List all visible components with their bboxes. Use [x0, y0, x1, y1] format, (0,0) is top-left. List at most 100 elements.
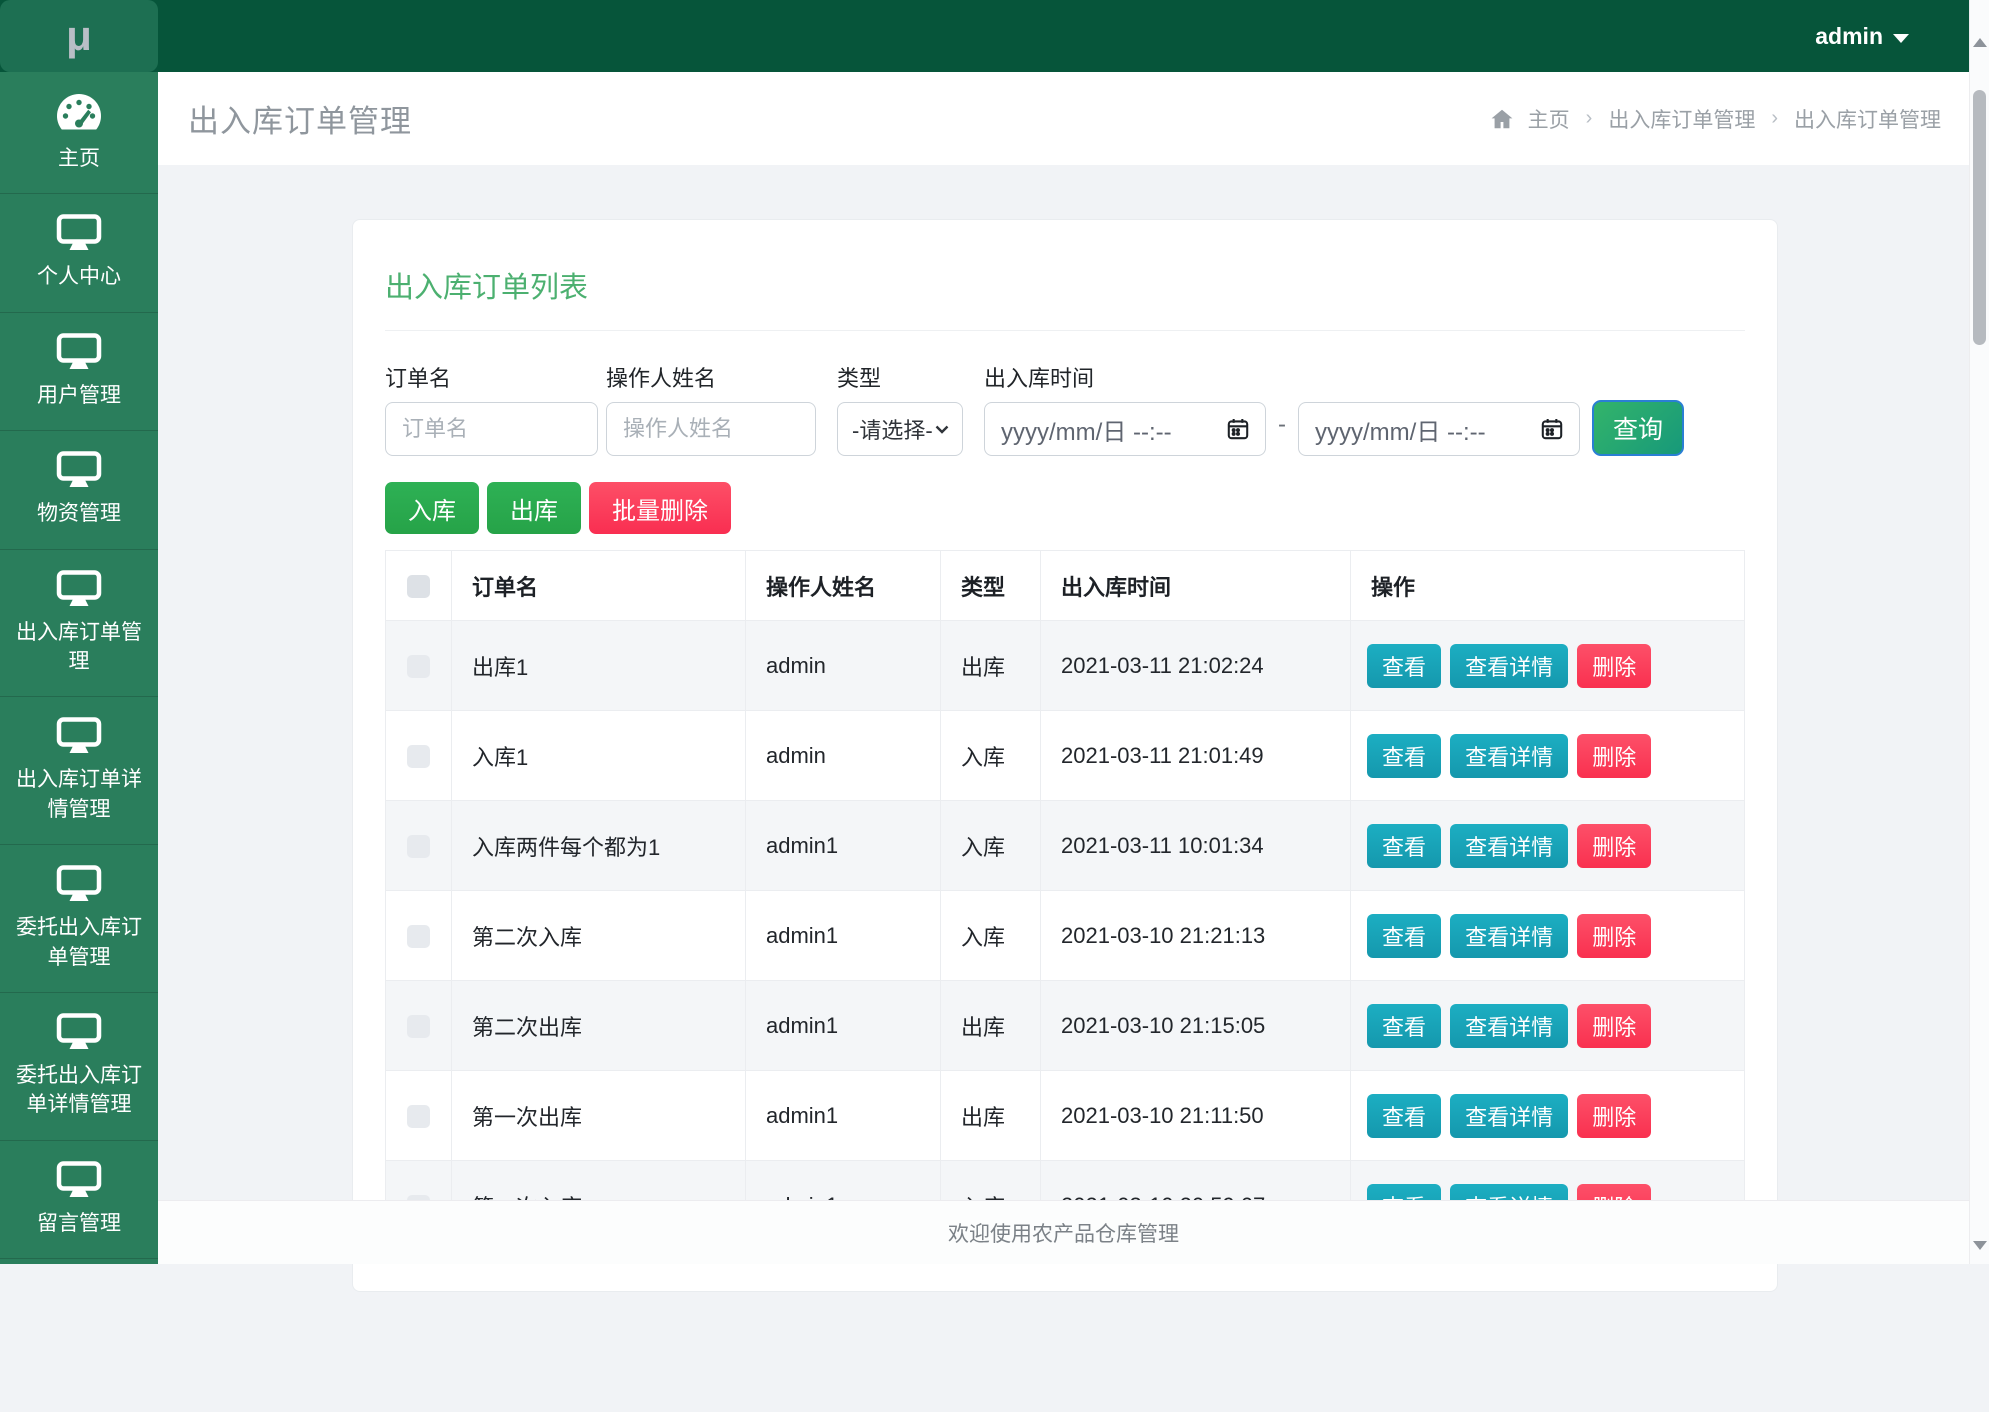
card-title: 出入库订单列表: [385, 264, 1745, 306]
view-detail-button[interactable]: 查看详情: [1450, 644, 1568, 688]
sidebar-item-entrust-orders[interactable]: 委托出入库订单管理: [0, 845, 158, 993]
sidebar: 主页 个人中心 用户管理 物资管理 出入库订单管理 出入库订单详情管理 委托: [0, 72, 158, 1264]
scroll-up-arrow-icon[interactable]: [1973, 38, 1987, 47]
select-all-checkbox[interactable]: [407, 575, 430, 598]
outbound-button[interactable]: 出库: [487, 482, 581, 534]
type-cell: 入库: [941, 891, 1041, 981]
sidebar-item-label: 物资管理: [37, 499, 121, 528]
type-label: 类型: [837, 361, 984, 393]
view-button[interactable]: 查看: [1367, 824, 1441, 868]
time-cell: 2021-03-11 21:01:49: [1041, 711, 1351, 801]
sidebar-item-partial[interactable]: [0, 1259, 158, 1264]
breadcrumb-current: 出入库订单管理: [1794, 104, 1941, 134]
breadcrumb-home[interactable]: 主页: [1528, 104, 1570, 134]
delete-button[interactable]: 删除: [1577, 1004, 1651, 1048]
sidebar-item-order-details[interactable]: 出入库订单详情管理: [0, 697, 158, 845]
datetime-end-input[interactable]: yyyy/mm/日 --:--: [1298, 402, 1580, 456]
scroll-down-arrow-icon[interactable]: [1973, 1241, 1987, 1250]
view-detail-button[interactable]: 查看详情: [1450, 914, 1568, 958]
table-row: 第二次入库 admin1 入库 2021-03-10 21:21:13 查看 查…: [386, 891, 1745, 981]
datetime-start-input[interactable]: yyyy/mm/日 --:--: [984, 402, 1266, 456]
view-button[interactable]: 查看: [1367, 734, 1441, 778]
user-menu[interactable]: admin: [1815, 23, 1909, 50]
sidebar-item-label: 出入库订单管理: [12, 618, 146, 677]
operator-name-input[interactable]: [606, 402, 816, 456]
operator-cell: admin1: [746, 801, 941, 891]
row-checkbox[interactable]: [407, 835, 430, 858]
orders-table: 订单名 操作人姓名 类型 出入库时间 操作 出库1 admin 出库 2021-…: [385, 550, 1745, 1251]
view-detail-button[interactable]: 查看详情: [1450, 824, 1568, 868]
sidebar-item-messages[interactable]: 留言管理: [0, 1141, 158, 1259]
order-list-card: 出入库订单列表 订单名 操作人姓名 类型 -请选择-: [352, 219, 1778, 1292]
caret-down-icon: [1893, 34, 1909, 43]
breadcrumb-section[interactable]: 出入库订单管理: [1608, 104, 1755, 134]
sidebar-item-label: 出入库订单详情管理: [12, 765, 146, 824]
monitor-icon: [56, 451, 102, 489]
datetime-placeholder: yyyy/mm/日 --:--: [1315, 412, 1486, 447]
search-button[interactable]: 查询: [1592, 400, 1684, 456]
type-cell: 出库: [941, 981, 1041, 1071]
delete-button[interactable]: 删除: [1577, 644, 1651, 688]
operator-cell: admin1: [746, 1071, 941, 1161]
datetime-placeholder: yyyy/mm/日 --:--: [1001, 412, 1172, 447]
range-separator: -: [1278, 379, 1286, 439]
topbar: μ admin: [0, 0, 1989, 72]
operator-cell: admin1: [746, 981, 941, 1071]
view-detail-button[interactable]: 查看详情: [1450, 1094, 1568, 1138]
calendar-icon[interactable]: [1539, 416, 1565, 442]
sidebar-item-orders[interactable]: 出入库订单管理: [0, 550, 158, 698]
scrollbar-thumb[interactable]: [1973, 90, 1986, 345]
time-range-label: 出入库时间: [984, 361, 1266, 393]
column-header: 操作人姓名: [746, 551, 941, 621]
bulk-actions: 入库 出库 批量删除: [385, 482, 1745, 534]
type-select[interactable]: -请选择-: [837, 402, 963, 456]
row-checkbox[interactable]: [407, 1105, 430, 1128]
app-logo[interactable]: μ: [0, 0, 158, 72]
view-button[interactable]: 查看: [1367, 1094, 1441, 1138]
inbound-button[interactable]: 入库: [385, 482, 479, 534]
table-row: 第一次出库 admin1 出库 2021-03-10 21:11:50 查看 查…: [386, 1071, 1745, 1161]
monitor-icon: [56, 1161, 102, 1199]
sidebar-item-users[interactable]: 用户管理: [0, 313, 158, 431]
table-header-row: 订单名 操作人姓名 类型 出入库时间 操作: [386, 551, 1745, 621]
batch-delete-button[interactable]: 批量删除: [589, 482, 731, 534]
view-button[interactable]: 查看: [1367, 1004, 1441, 1048]
filter-bar: 订单名 操作人姓名 类型 -请选择- 出入库时间: [385, 361, 1745, 456]
calendar-icon[interactable]: [1225, 416, 1251, 442]
type-cell: 入库: [941, 711, 1041, 801]
view-detail-button[interactable]: 查看详情: [1450, 1004, 1568, 1048]
row-checkbox[interactable]: [407, 1015, 430, 1038]
column-header: 操作: [1351, 551, 1745, 621]
row-checkbox[interactable]: [407, 745, 430, 768]
order-name-cell: 出库1: [452, 621, 746, 711]
delete-button[interactable]: 删除: [1577, 914, 1651, 958]
sidebar-item-entrust-order-details[interactable]: 委托出入库订单详情管理: [0, 993, 158, 1141]
sidebar-item-home[interactable]: 主页: [0, 72, 158, 194]
time-cell: 2021-03-11 10:01:34: [1041, 801, 1351, 891]
sidebar-item-materials[interactable]: 物资管理: [0, 431, 158, 549]
operator-name-label: 操作人姓名: [606, 361, 816, 393]
type-select-value: -请选择-: [852, 413, 933, 445]
view-button[interactable]: 查看: [1367, 644, 1441, 688]
column-header: 出入库时间: [1041, 551, 1351, 621]
row-checkbox[interactable]: [407, 925, 430, 948]
sidebar-item-profile[interactable]: 个人中心: [0, 194, 158, 312]
sidebar-item-label: 留言管理: [37, 1209, 121, 1238]
sidebar-item-label: 个人中心: [37, 262, 121, 291]
row-checkbox[interactable]: [407, 655, 430, 678]
sidebar-item-label: 委托出入库订单详情管理: [12, 1061, 146, 1120]
order-name-input[interactable]: [385, 402, 598, 456]
view-detail-button[interactable]: 查看详情: [1450, 734, 1568, 778]
vertical-scrollbar[interactable]: [1969, 0, 1989, 1264]
delete-button[interactable]: 删除: [1577, 734, 1651, 778]
sidebar-item-label: 用户管理: [37, 381, 121, 410]
order-name-cell: 第一次出库: [452, 1071, 746, 1161]
delete-button[interactable]: 删除: [1577, 1094, 1651, 1138]
view-button[interactable]: 查看: [1367, 914, 1441, 958]
type-cell: 出库: [941, 1071, 1041, 1161]
delete-button[interactable]: 删除: [1577, 824, 1651, 868]
order-name-cell: 第二次入库: [452, 891, 746, 981]
table-row: 入库两件每个都为1 admin1 入库 2021-03-11 10:01:34 …: [386, 801, 1745, 891]
monitor-icon: [56, 717, 102, 755]
operator-cell: admin: [746, 711, 941, 801]
